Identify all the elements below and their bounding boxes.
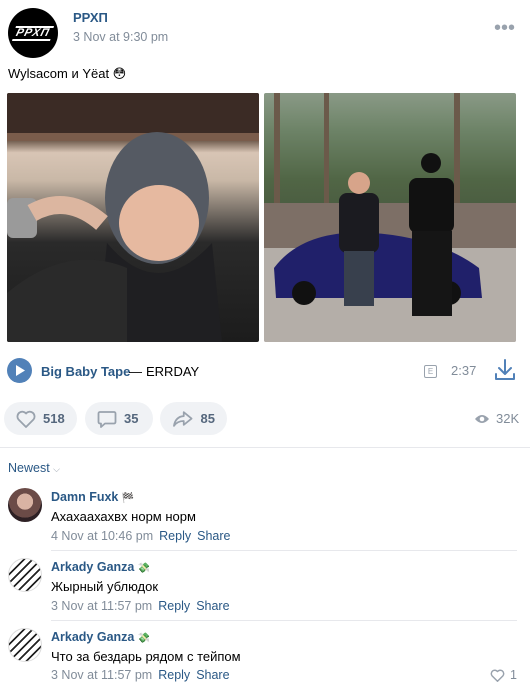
comment-author[interactable]: Damn Fuxk 🏁: [51, 490, 134, 504]
play-icon: [15, 365, 25, 376]
audio-title[interactable]: ERRDAY: [146, 364, 199, 379]
comment-avatar[interactable]: [8, 558, 42, 592]
share-button[interactable]: 85: [160, 402, 227, 435]
comment-avatar[interactable]: [8, 488, 42, 522]
comment-date[interactable]: 3 Nov at 11:57 pm: [51, 599, 152, 613]
post-date[interactable]: 3 Nov at 9:30 pm: [73, 30, 168, 44]
audio-artist[interactable]: Big Baby Tape: [41, 364, 130, 379]
share-link[interactable]: Share: [197, 529, 230, 543]
more-horizontal-icon[interactable]: •••: [494, 18, 515, 38]
comment-like-button[interactable]: 1: [490, 668, 517, 682]
comment-avatar[interactable]: [8, 628, 42, 662]
reply-button[interactable]: Reply: [158, 599, 190, 613]
comment-author-name: Arkady Ganza: [51, 560, 135, 574]
comments-sort-dropdown[interactable]: Newest ⌵: [8, 461, 60, 475]
eye-icon: [475, 414, 489, 423]
comment-author-name: Arkady Ganza: [51, 630, 135, 644]
download-icon[interactable]: [494, 358, 516, 387]
post-divider: [0, 447, 530, 448]
comment-author-name: Damn Fuxk: [51, 490, 119, 504]
share-icon: [173, 410, 193, 427]
community-avatar-logo: РРХП: [12, 25, 54, 41]
share-link[interactable]: Share: [196, 668, 229, 682]
comment-author[interactable]: Arkady Ganza 💸: [51, 630, 150, 644]
audio-duration: 2:37: [451, 363, 477, 378]
comment-author[interactable]: Arkady Ganza 💸: [51, 560, 150, 574]
post-text: Wylsacom и Yëat 😳: [8, 66, 127, 81]
view-count: 32K: [496, 411, 520, 426]
like-count: 518: [43, 411, 65, 426]
audio-separator: —: [129, 364, 142, 379]
comment-divider: [51, 550, 517, 551]
chevron-down-icon: ⌵: [53, 464, 60, 474]
post-photo-1[interactable]: [7, 93, 259, 342]
explicit-icon: E: [424, 365, 437, 378]
like-button[interactable]: 518: [4, 402, 77, 435]
reply-button[interactable]: Reply: [158, 668, 190, 682]
community-avatar[interactable]: РРХП: [8, 8, 58, 58]
post-author[interactable]: РРХП: [73, 10, 108, 25]
money-badge-icon: 💸: [137, 563, 151, 574]
comment-text: Жырный ублюдок: [51, 579, 159, 594]
comment-count: 35: [124, 411, 139, 426]
share-link[interactable]: Share: [196, 599, 229, 613]
sort-label: Newest: [8, 461, 50, 475]
post-photo-2[interactable]: [264, 93, 516, 342]
reply-button[interactable]: Reply: [159, 529, 191, 543]
comment-text: Что за бездарь рядом с тейпом: [51, 649, 241, 664]
money-badge-icon: 💸: [137, 633, 151, 644]
comment-divider: [51, 620, 517, 621]
comment-date[interactable]: 3 Nov at 11:57 pm: [51, 668, 152, 682]
view-counter: 32K: [474, 411, 519, 426]
comment-text: Ахахаахахвх норм норм: [51, 509, 196, 524]
comment-date[interactable]: 4 Nov at 10:46 pm: [51, 529, 153, 543]
share-count: 85: [200, 411, 215, 426]
comment-meta: 3 Nov at 11:57 pm Reply Share: [51, 668, 230, 682]
comment-icon: [97, 410, 117, 428]
audio-play-button[interactable]: [7, 358, 32, 383]
comment-button[interactable]: 35: [85, 402, 153, 435]
comment-like-count: 1: [510, 668, 517, 682]
checkered-flag-icon: 🏁: [121, 493, 135, 504]
comment-meta: 4 Nov at 10:46 pm Reply Share: [51, 529, 230, 543]
comment-meta: 3 Nov at 11:57 pm Reply Share: [51, 599, 230, 613]
heart-icon: [490, 669, 505, 682]
heart-icon: [16, 410, 36, 428]
